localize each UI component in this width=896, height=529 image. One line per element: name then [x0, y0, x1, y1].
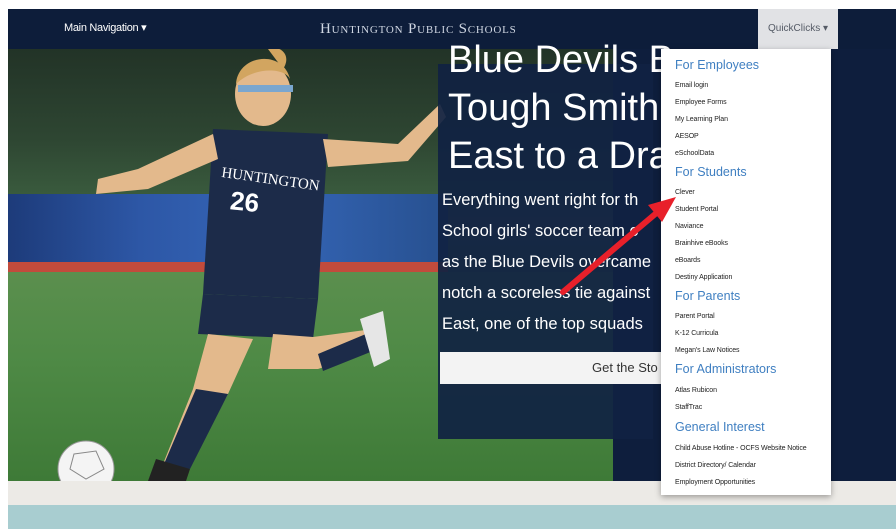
quickclicks-dropdown: For Employees Email login Employee Forms… [661, 49, 831, 495]
link-district-directory-calendar[interactable]: District Directory/ Calendar [675, 462, 756, 469]
jersey-number: 26 [229, 185, 261, 218]
link-stafftrac[interactable]: StaffTrac [675, 404, 702, 411]
main-navigation-menu[interactable]: Main Navigation ▾ [64, 21, 147, 34]
soccer-player-photo: HUNTINGTON 26 [96, 49, 446, 481]
link-atlas-rubicon[interactable]: Atlas Rubicon [675, 387, 717, 394]
link-email-login[interactable]: Email login [675, 82, 708, 89]
link-k12-curricula[interactable]: K-12 Curricula [675, 330, 718, 337]
link-naviance[interactable]: Naviance [675, 223, 703, 230]
section-heading-administrators: For Administrators [675, 362, 777, 376]
link-parent-portal[interactable]: Parent Portal [675, 313, 715, 320]
link-my-learning-plan[interactable]: My Learning Plan [675, 116, 728, 123]
get-the-story-button[interactable]: Get the Sto [440, 352, 670, 384]
link-employment-opportunities[interactable]: Employment Opportunities [675, 479, 755, 486]
link-brainhive-ebooks[interactable]: Brainhive eBooks [675, 240, 728, 247]
section-heading-general-interest: General Interest [675, 420, 765, 434]
section-heading-employees: For Employees [675, 58, 760, 72]
link-clever[interactable]: Clever [675, 189, 695, 196]
link-eboards[interactable]: eBoards [675, 257, 700, 264]
link-eschooldata[interactable]: eSchoolData [675, 150, 714, 157]
section-heading-students: For Students [675, 165, 747, 179]
link-employee-forms[interactable]: Employee Forms [675, 99, 727, 106]
link-student-portal[interactable]: Student Portal [675, 206, 718, 213]
link-child-abuse-hotline[interactable]: Child Abuse Hotline - OCFS Website Notic… [675, 445, 807, 452]
get-the-story-label: Get the Sto [592, 360, 658, 375]
link-destiny-application[interactable]: Destiny Application [675, 274, 732, 281]
footer-strip [8, 505, 896, 529]
section-heading-parents: For Parents [675, 289, 741, 303]
link-aesop[interactable]: AESOP [675, 133, 699, 140]
link-megans-law-notices[interactable]: Megan's Law Notices [675, 347, 740, 354]
soccer-ball [57, 440, 115, 481]
